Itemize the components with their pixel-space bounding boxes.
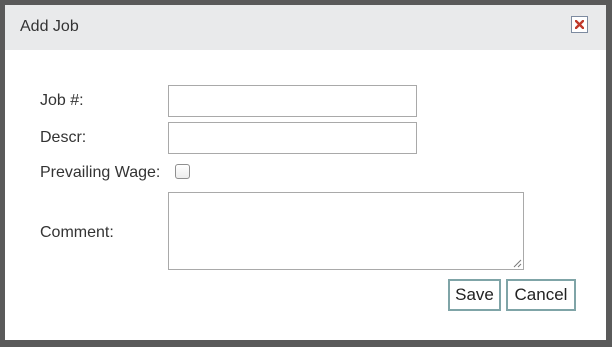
resize-grip-icon[interactable] [513, 259, 522, 268]
save-button[interactable]: Save [448, 279, 501, 311]
prevailing-wage-label: Prevailing Wage: [40, 164, 161, 181]
descr-input[interactable] [168, 122, 417, 154]
close-x-icon [575, 20, 584, 29]
comment-label: Comment: [40, 224, 114, 241]
descr-label: Descr: [40, 129, 87, 146]
comment-textarea[interactable] [168, 192, 524, 270]
cancel-button[interactable]: Cancel [506, 279, 576, 311]
add-job-dialog: Add Job Job #: Descr: Prevailing Wage: C… [5, 5, 606, 340]
dialog-titlebar: Add Job [5, 5, 606, 50]
dialog-title: Add Job [20, 18, 79, 35]
job-number-input[interactable] [168, 85, 417, 117]
prevailing-wage-checkbox[interactable] [175, 164, 190, 179]
job-number-label: Job #: [40, 92, 84, 109]
close-button[interactable] [571, 16, 588, 33]
